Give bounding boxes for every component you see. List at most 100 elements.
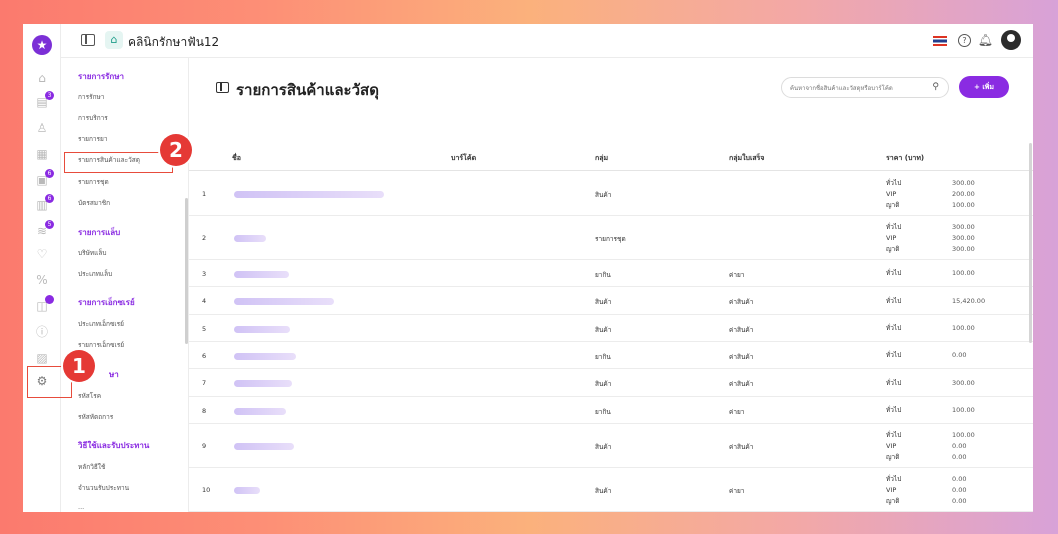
row-number: 9 bbox=[202, 442, 207, 450]
price-value-list: 300.00 200.00 100.00 bbox=[952, 178, 975, 211]
submenu-scrollbar[interactable] bbox=[185, 198, 188, 344]
receipt-group-cell: ค่าสินค้า bbox=[729, 380, 754, 388]
price-value: 100.00 bbox=[952, 200, 975, 209]
search-box[interactable]: ⚲ bbox=[781, 77, 949, 98]
submenu-item-xray-type[interactable]: ประเภทเอ็กซเรย์ bbox=[78, 319, 124, 329]
price-value-list: 100.00 bbox=[952, 405, 975, 416]
price-value-list: 0.00 bbox=[952, 350, 966, 361]
table-row[interactable]: 10 สินค้า ค่ายา ทั่วไป VIP ญาติ 0.00 0.00 0.00 bbox=[189, 468, 1033, 512]
table-row[interactable]: 6 ยากิน ค่าสินค้า ทั่วไป 0.00 bbox=[189, 342, 1033, 369]
clinic-home-icon[interactable]: ⌂ bbox=[105, 31, 123, 49]
icon-rail: ★ ⌂ ▤ 3 ♙ ▦ ▣ 6 ▥ 6 ≋ 5 ♡ % ◫ ⓘ ▨ ⚙ bbox=[23, 24, 61, 512]
clinic-name[interactable]: คลินิกรักษาฟัน12 bbox=[128, 33, 219, 52]
submenu-item-packages[interactable]: รายการชุด bbox=[78, 177, 109, 187]
info-icon[interactable]: ⓘ bbox=[34, 324, 50, 340]
product-name-redacted[interactable] bbox=[234, 352, 296, 360]
submenu-section-title: รายการรักษา bbox=[78, 72, 125, 81]
price-value: 200.00 bbox=[952, 189, 975, 198]
table-row[interactable]: 1 สินค้า ทั่วไป VIP ญาติ 300.00 200.00 100.00 bbox=[189, 172, 1033, 216]
submenu-item-drugs[interactable]: รายการยา bbox=[78, 134, 108, 144]
search-input[interactable] bbox=[790, 82, 930, 94]
row-number: 1 bbox=[202, 190, 207, 198]
group-cell: สินค้า bbox=[595, 487, 612, 495]
price-value: 0.00 bbox=[952, 452, 967, 461]
table-row[interactable]: 8 ยากิน ค่ายา ทั่วไป 100.00 bbox=[189, 397, 1033, 424]
submenu-item-xray-list[interactable]: รายการเอ็กซเรย์ bbox=[78, 340, 124, 350]
price-value: 0.00 bbox=[952, 474, 967, 483]
table-row[interactable]: 4 สินค้า ค่าสินค้า ทั่วไป 15,420.00 bbox=[189, 287, 1033, 315]
receipt-group-cell: ค่าสินค้า bbox=[729, 298, 754, 306]
product-name-redacted[interactable] bbox=[234, 298, 334, 305]
price-tier-label: ญาติ bbox=[886, 496, 900, 505]
bell-icon[interactable]: 🔔︎ bbox=[978, 33, 993, 47]
product-name-redacted[interactable] bbox=[234, 487, 260, 494]
table-row[interactable]: 7 สินค้า ค่าสินค้า ทั่วไป 300.00 bbox=[189, 369, 1033, 397]
column-header-receipt-group[interactable]: กลุ่มใบเสร็จ bbox=[729, 153, 765, 164]
product-name-redacted[interactable] bbox=[234, 380, 292, 387]
submenu-item-services[interactable]: การบริการ bbox=[78, 113, 108, 123]
user-icon[interactable]: ♙ bbox=[34, 120, 50, 136]
notification-badge: 3 bbox=[45, 91, 54, 100]
thai-flag-icon[interactable] bbox=[933, 36, 947, 46]
table-scrollbar[interactable] bbox=[1029, 143, 1032, 343]
column-header-barcode[interactable]: บาร์โค้ด bbox=[451, 153, 476, 164]
price-value-list: 100.00 0.00 0.00 bbox=[952, 430, 975, 463]
column-header-name[interactable]: ชื่อ bbox=[232, 153, 241, 164]
home-icon[interactable]: ⌂ bbox=[34, 70, 50, 86]
price-value: 0.00 bbox=[952, 351, 967, 359]
add-button[interactable]: + เพิ่ม bbox=[959, 76, 1009, 98]
star-logo-icon[interactable]: ★ bbox=[32, 35, 52, 55]
price-tier-label: ทั่วไป bbox=[886, 430, 902, 439]
submenu-item-more[interactable]: ... bbox=[78, 503, 84, 511]
price-value: 300.00 bbox=[952, 378, 975, 387]
submenu-section-title: ษา bbox=[109, 370, 119, 379]
submenu-section-title: วิธีใช้และรับประทาน bbox=[78, 441, 150, 450]
report-icon[interactable]: ▨ bbox=[34, 350, 50, 366]
user-avatar[interactable] bbox=[1001, 30, 1021, 50]
product-name-redacted[interactable] bbox=[234, 235, 266, 242]
table-row[interactable]: 3 ยากิน ค่ายา ทั่วไป 100.00 bbox=[189, 260, 1033, 287]
search-icon[interactable]: ⚲ bbox=[932, 82, 939, 92]
row-number: 3 bbox=[202, 269, 207, 278]
tooth-icon[interactable]: ♡ bbox=[34, 246, 50, 262]
submenu-item-lab-type[interactable]: ประเภทแล็บ bbox=[78, 269, 112, 279]
percent-icon[interactable]: % bbox=[34, 272, 50, 288]
column-header-group[interactable]: กลุ่ม bbox=[595, 153, 608, 164]
calendar-icon[interactable]: ▦ bbox=[34, 146, 50, 162]
price-value: 0.00 bbox=[952, 441, 967, 450]
step-1-marker: 1 bbox=[63, 350, 95, 382]
submenu-item-treatments[interactable]: การรักษา bbox=[78, 92, 104, 102]
product-name-redacted[interactable] bbox=[234, 325, 290, 333]
price-tier-list: ทั่วไป bbox=[886, 405, 901, 416]
table-header: ชื่อ บาร์โค้ด กลุ่ม กลุ่มใบเสร็จ ราคา (บ… bbox=[189, 143, 1033, 171]
price-tier-list: ทั่วไป VIP ญาติ bbox=[886, 474, 901, 507]
product-name-redacted[interactable] bbox=[234, 191, 384, 198]
product-name-redacted[interactable] bbox=[234, 443, 294, 450]
price-value-list: 15,420.00 bbox=[952, 296, 985, 307]
product-name-redacted[interactable] bbox=[234, 407, 286, 415]
product-name-redacted[interactable] bbox=[234, 270, 289, 278]
column-header-price[interactable]: ราคา (บาท) bbox=[886, 153, 924, 164]
submenu-item-membership[interactable]: บัตรสมาชิก bbox=[78, 198, 110, 208]
table-row[interactable]: 5 สินค้า ค่าสินค้า ทั่วไป 100.00 bbox=[189, 315, 1033, 342]
submenu-item-usage[interactable]: หลักวิธีใช้ bbox=[78, 462, 105, 472]
table-row[interactable]: 2 รายการชุด ทั่วไป VIP ญาติ 300.00 300.00 300.0… bbox=[189, 216, 1033, 260]
sidebar-toggle-icon[interactable] bbox=[81, 34, 95, 46]
page-title: รายการสินค้าและวัสดุ bbox=[236, 81, 379, 99]
price-tier-list: ทั่วไป bbox=[886, 268, 901, 279]
group-cell: ยากิน bbox=[595, 270, 611, 279]
receipt-group-cell: ค่าสินค้า bbox=[729, 325, 754, 334]
table-row[interactable]: 9 สินค้า ค่าสินค้า ทั่วไป VIP ญาติ 100.00 0.00 0… bbox=[189, 424, 1033, 468]
price-value-list: 300.00 bbox=[952, 378, 975, 389]
row-number: 4 bbox=[202, 297, 207, 305]
price-tier-list: ทั่วไป bbox=[886, 378, 901, 389]
help-icon[interactable]: ? bbox=[958, 34, 971, 47]
submenu-item-procedure-code[interactable]: รหัสหัตถการ bbox=[78, 412, 113, 422]
price-value: 300.00 bbox=[952, 178, 975, 187]
price-tier-list: ทั่วไป VIP ญาติ bbox=[886, 430, 901, 463]
submenu-item-disease-code[interactable]: รหัสโรค bbox=[78, 391, 101, 401]
submenu-item-lab-company[interactable]: บริษัทแล็บ bbox=[78, 248, 107, 258]
submenu-item-dosage[interactable]: จำนวนรับประทาน bbox=[78, 483, 129, 493]
highlight-products-menu bbox=[64, 152, 173, 173]
main-content: รายการสินค้าและวัสดุ ⚲ + เพิ่ม ชื่อ บาร์… bbox=[189, 58, 1033, 512]
